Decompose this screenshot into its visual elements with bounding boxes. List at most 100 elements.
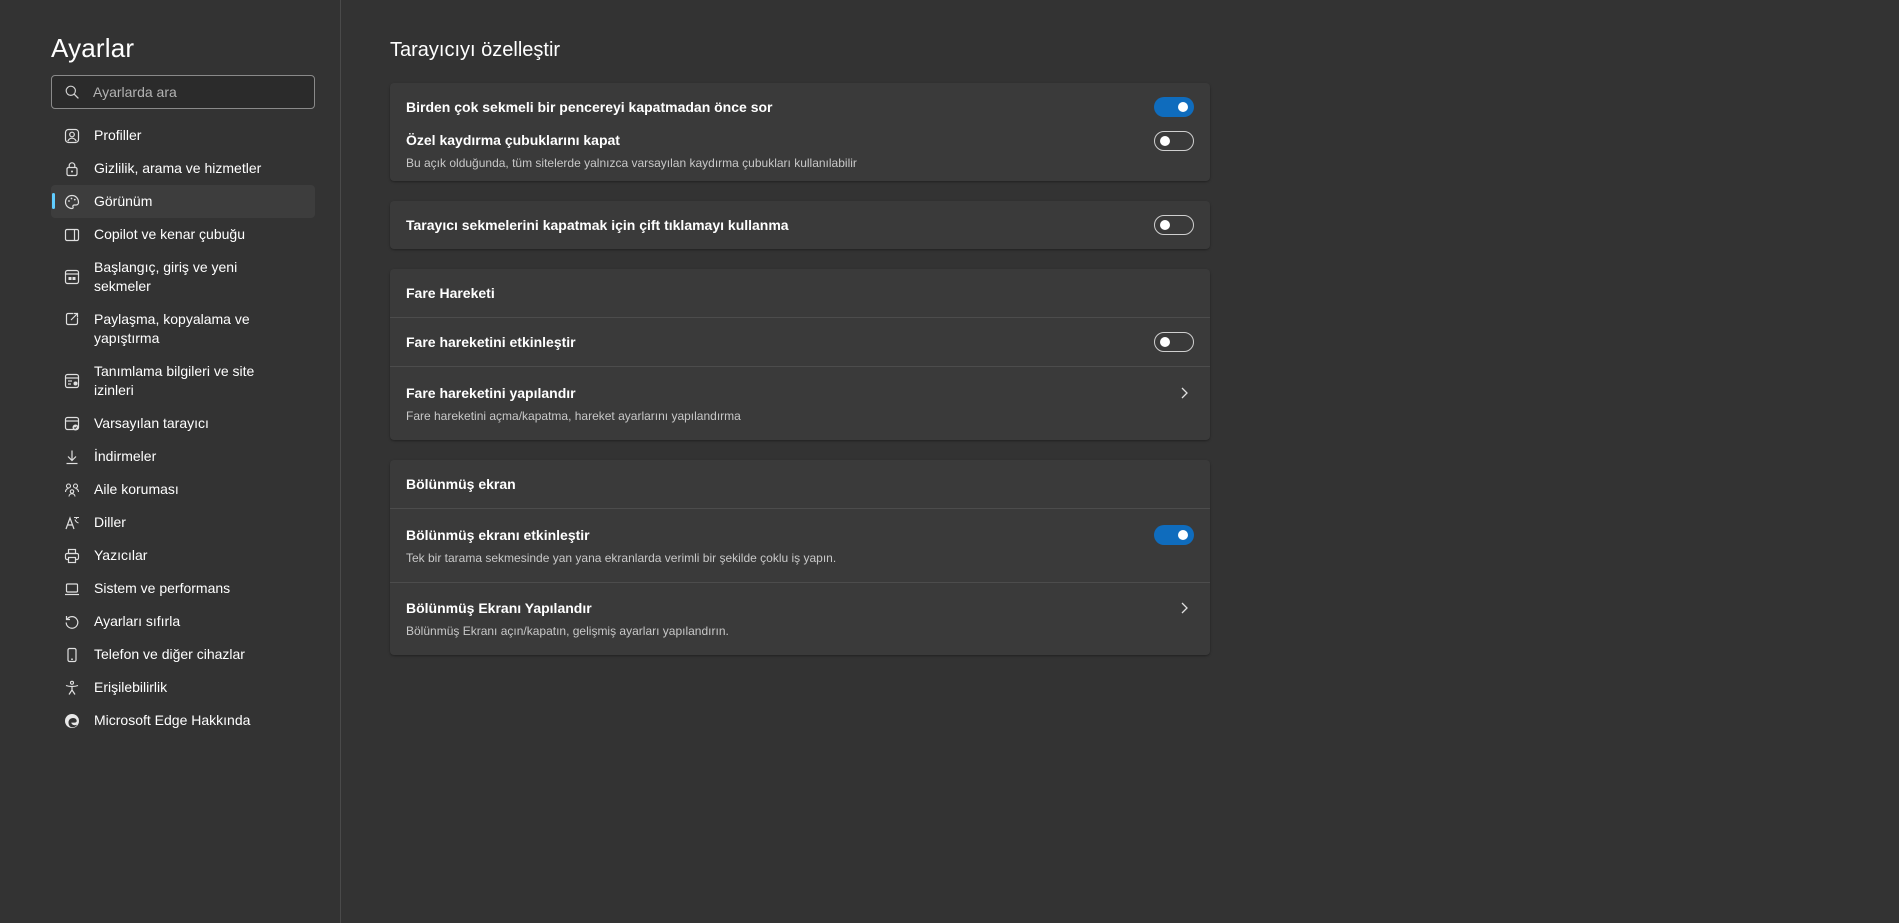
sidebar-item-printers[interactable]: Yazıcılar [51,539,315,572]
card-mouse-gesture: Fare Hareketi Fare hareketini etkinleşti… [390,269,1210,440]
section-title: Bölünmüş ekran [406,476,516,492]
language-icon [63,514,81,532]
toggle-knob [1178,529,1188,540]
printer-icon [63,547,81,565]
setting-description: Tek bir tarama sekmesinde yan yana ekran… [406,550,837,565]
sidebar-item-downloads[interactable]: İndirmeler [51,440,315,473]
chevron-right-icon[interactable] [1176,385,1192,401]
sidebar-item-label: Paylaşma, kopyalama ve yapıştırma [94,311,250,346]
sidebar-item-label: Erişilebilirlik [94,679,168,695]
appearance-icon [63,193,81,211]
setting-text: Bölünmüş Ekranı Yapılandır Bölünmüş Ekra… [406,599,729,639]
setting-row-enable-split-screen: Bölünmüş ekranı etkinleştir Tek bir tara… [390,509,1210,582]
home-tab-icon [63,268,81,286]
setting-text: Bölünmüş ekranı etkinleştir Tek bir tara… [406,526,836,566]
search-input[interactable] [93,84,303,100]
toggle-knob [1160,220,1170,230]
sidebar-item-label: Sistem ve performans [94,580,231,596]
share-icon [63,310,81,328]
sidebar-item-reset[interactable]: Ayarları sıfırla [51,605,315,638]
card-tabs-scrollbars: Birden çok sekmeli bir pencereyi kapatma… [390,83,1210,181]
setting-row-enable-mouse-gesture: Fare hareketini etkinleştir [390,318,1210,366]
sidebar-item-family[interactable]: Aile koruması [51,473,315,506]
reset-icon [63,613,81,631]
lock-icon [63,160,81,178]
sidebar-item-profiles[interactable]: Profiller [51,119,315,152]
default-browser-icon [63,415,81,433]
phone-icon [63,646,81,664]
sidebar-item-copilot[interactable]: Copilot ve kenar çubuğu [51,218,315,251]
card-double-click: Tarayıcı sekmelerini kapatmak için çift … [390,201,1210,249]
section-title: Fare Hareketi [406,285,495,301]
ask-before-close-toggle[interactable] [1154,97,1194,117]
family-icon [63,481,81,499]
setting-description: Fare hareketini açma/kapatma, hareket ay… [406,408,741,423]
split-screen-toggle[interactable] [1154,524,1194,545]
toggle-knob [1160,337,1170,347]
page-title: Tarayıcıyı özelleştir [390,39,561,61]
toggle-knob [1178,102,1188,112]
setting-label: Birden çok sekmeli bir pencereyi kapatma… [406,98,773,115]
sidebar-item-default-browser[interactable]: Varsayılan tarayıcı [51,407,315,440]
sidebar-item-label: Profiller [94,127,142,143]
main-content: Tarayıcıyı özelleştir Birden çok sekmeli… [341,0,1899,923]
setting-label: Tarayıcı sekmelerini kapatmak için çift … [406,216,789,233]
sidebar-item-languages[interactable]: Diller [51,506,315,539]
sidebar-item-label: Ayarları sıfırla [94,613,181,629]
setting-row-configure-split-screen[interactable]: Bölünmüş Ekranı Yapılandır Bölünmüş Ekra… [390,583,1210,655]
sidebar-nav: Profiller Gizlilik, arama ve hizmetler G… [0,119,340,737]
setting-label: Bölünmüş ekranı etkinleştir [406,526,590,543]
sidebar-item-label: Başlangıç, giriş ve yeni sekmeler [94,259,238,294]
sidebar-item-label: Telefon ve diğer cihazlar [94,646,245,662]
sidebar-item-label: Yazıcılar [94,547,148,563]
accessibility-icon [63,679,81,697]
setting-row-configure-mouse-gesture[interactable]: Fare hareketini yapılandır Fare hareketi… [390,367,1210,440]
setting-text: Özel kaydırma çubuklarını kapat Bu açık … [406,131,857,171]
setting-row-ask-before-close: Birden çok sekmeli bir pencereyi kapatma… [390,83,1210,131]
sidebar-icon [63,226,81,244]
custom-scrollbars-toggle[interactable] [1154,131,1194,151]
sidebar-item-label: Diller [94,514,126,530]
setting-row-custom-scrollbars: Özel kaydırma çubuklarını kapat Bu açık … [390,131,1210,171]
setting-row-double-click-close: Tarayıcı sekmelerini kapatmak için çift … [390,201,1210,249]
card-split-screen: Bölünmüş ekran Bölünmüş ekranı etkinleşt… [390,460,1210,655]
setting-label: Fare hareketini etkinleştir [406,333,576,350]
sidebar-item-label: Gizlilik, arama ve hizmetler [94,160,262,176]
setting-description: Bölünmüş Ekranı açın/kapatın, gelişmiş a… [406,624,729,638]
sidebar-title: Ayarlar [51,33,135,63]
sidebar-item-privacy[interactable]: Gizlilik, arama ve hizmetler [51,152,315,185]
profile-icon [63,127,81,145]
cookies-icon [63,372,81,390]
download-icon [63,448,81,466]
toggle-knob [1160,136,1170,146]
setting-description: Bu açık olduğunda, tüm sitelerde yalnızc… [406,156,857,170]
settings-app: Ayarlar Profiller Gizlilik, arama ve hiz… [0,0,1899,923]
mouse-gesture-toggle[interactable] [1154,332,1194,352]
sidebar-item-label: Aile koruması [94,481,179,497]
setting-text: Fare hareketini yapılandır Fare hareketi… [406,384,741,424]
search-box[interactable] [51,75,315,109]
section-header-mouse-gesture: Fare Hareketi [390,269,1210,317]
setting-label: Bölünmüş Ekranı Yapılandır [406,600,592,616]
sidebar-item-label: Copilot ve kenar çubuğu [94,226,245,242]
setting-label: Özel kaydırma çubuklarını kapat [406,132,620,148]
sidebar-item-cookies[interactable]: Tanımlama bilgileri ve site izinleri [51,355,315,407]
section-header-split-screen: Bölünmüş ekran [390,460,1210,508]
sidebar-item-startup[interactable]: Başlangıç, giriş ve yeni sekmeler [51,251,315,303]
chevron-right-icon[interactable] [1176,600,1192,616]
search-icon [65,85,79,99]
setting-label: Fare hareketini yapılandır [406,384,576,401]
sidebar-item-label: Görünüm [94,193,153,209]
sidebar-item-label: Tanımlama bilgileri ve site izinleri [94,363,255,398]
double-click-close-toggle[interactable] [1154,215,1194,235]
sidebar-item-share[interactable]: Paylaşma, kopyalama ve yapıştırma [51,303,315,355]
sidebar-item-system[interactable]: Sistem ve performans [51,572,315,605]
sidebar-item-about[interactable]: Microsoft Edge Hakkında [51,704,315,737]
sidebar-item-label: İndirmeler [94,448,157,464]
edge-logo-icon [63,712,81,730]
sidebar: Ayarlar Profiller Gizlilik, arama ve hiz… [0,0,341,923]
sidebar-item-appearance[interactable]: Görünüm [51,185,315,218]
sidebar-item-label: Microsoft Edge Hakkında [94,712,251,728]
sidebar-item-phone[interactable]: Telefon ve diğer cihazlar [51,638,315,671]
sidebar-item-accessibility[interactable]: Erişilebilirlik [51,671,315,704]
